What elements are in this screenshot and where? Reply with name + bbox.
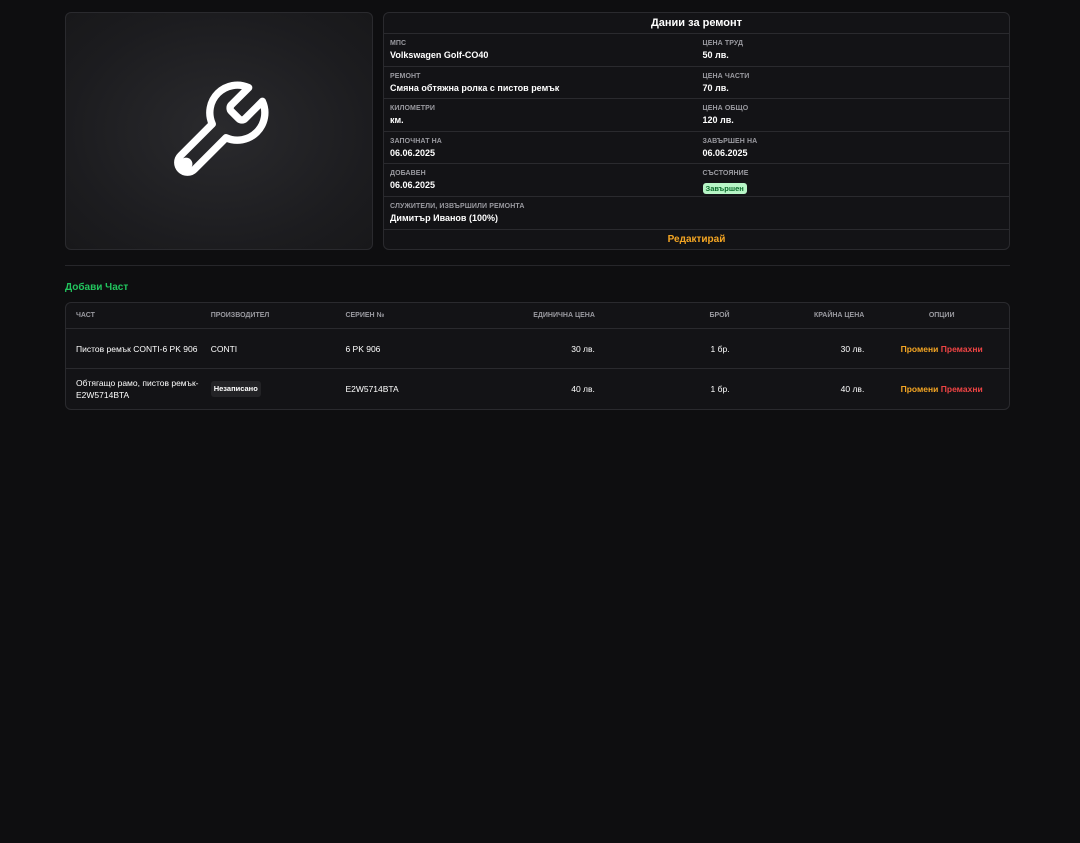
parts-table: Част Производител Сериен № Единична цена… — [65, 302, 1010, 410]
part-name: Обтягащо рамо, пистов ремък-E2W5714BTA — [76, 378, 199, 400]
quantity: 1 бр. — [710, 384, 730, 394]
field-label: Състояние — [702, 170, 749, 178]
status-badge: Завършен — [702, 183, 747, 195]
edit-part-button[interactable]: Промени — [901, 384, 939, 394]
field-value: 70 лв. — [702, 82, 729, 93]
field-label: Ремонт — [390, 72, 421, 80]
field-value: 06.06.2025 — [390, 180, 436, 191]
column-header: Част — [76, 312, 95, 319]
wrench-icon — [174, 81, 269, 176]
field-label: Цена части — [702, 72, 750, 80]
field-value: 50 лв. — [702, 50, 729, 60]
field-value: км. — [390, 115, 404, 126]
column-header: Крайна цена — [813, 312, 865, 319]
details-row: Километри км. Цена общо 120 лв. — [384, 99, 1009, 132]
repair-details-card: Дании за ремонт МПС Volkswagen Golf-CO40… — [383, 12, 1010, 250]
field-label: Километри — [390, 105, 436, 113]
row-options: Промени Премахни — [874, 343, 1009, 355]
repair-field: Ремонт Смяна обтяжна ролка с пистов ремъ… — [384, 67, 697, 99]
column-header: Сериен № — [345, 312, 385, 319]
column-header: Брой — [709, 312, 730, 319]
field-value: Смяна обтяжна ролка с пистов ремък — [390, 82, 560, 93]
serial-number: 6 PK 906 — [345, 343, 381, 354]
table-row: Обтягащо рамо, пистов ремък-E2W5714BTA Н… — [66, 369, 1009, 409]
repair-image — [65, 12, 373, 250]
field-value: Volkswagen Golf-CO40 — [390, 50, 489, 60]
total-price: 30 лв. — [840, 343, 865, 354]
part-name: Пистов ремък CONTI-6 PK 906 — [76, 343, 198, 354]
column-header: Единична цена — [533, 312, 595, 319]
quantity: 1 бр. — [710, 343, 730, 354]
row-options: Промени Премахни — [874, 383, 1009, 395]
vehicle-field: МПС Volkswagen Golf-CO40 — [384, 34, 697, 66]
employees-field: Служители, извършили ремонта Димитър Ива… — [384, 197, 1009, 229]
column-header: Опции — [928, 312, 955, 319]
field-label: Добавен — [390, 170, 426, 178]
unrecorded-badge: Незаписано — [210, 381, 261, 397]
manufacturer: CONTI — [210, 343, 238, 354]
field-label: Завършен на — [702, 137, 758, 145]
parts-price-field: Цена части 70 лв. — [697, 67, 1010, 99]
mileage-field: Километри км. — [384, 99, 697, 131]
total-price-field: Цена общо 120 лв. — [697, 99, 1010, 131]
manufacturer: Незаписано — [201, 381, 336, 397]
unit-price: 30 лв. — [571, 343, 595, 354]
remove-part-button[interactable]: Премахни — [941, 344, 983, 354]
details-row: Започнат на 06.06.2025 Завършен на 06.06… — [384, 132, 1009, 165]
details-row: Добавен 06.06.2025 Състояние Завършен — [384, 164, 1009, 197]
field-label: МПС — [390, 40, 407, 47]
field-label: Започнат на — [390, 137, 442, 145]
details-row: Служители, извършили ремонта Димитър Ива… — [384, 197, 1009, 230]
field-value: 120 лв. — [702, 115, 734, 126]
repair-overview: Дании за ремонт МПС Volkswagen Golf-CO40… — [65, 12, 1010, 250]
field-label: Цена общо — [702, 105, 749, 113]
field-value: 06.06.2025 — [390, 147, 436, 158]
completed-on-field: Завършен на 06.06.2025 — [697, 132, 1010, 164]
field-value: Димитър Иванов (100%) — [390, 212, 498, 223]
unit-price: 40 лв. — [571, 384, 595, 394]
serial-number: E2W5714BTA — [345, 384, 399, 394]
edit-part-button[interactable]: Промени — [901, 344, 939, 354]
status-field: Състояние Завършен — [697, 164, 1010, 196]
field-label: Служители, извършили ремонта — [390, 202, 525, 210]
add-part-button[interactable]: Добави Част — [65, 282, 128, 293]
added-on-field: Добавен 06.06.2025 — [384, 164, 697, 196]
field-value: 06.06.2025 — [702, 147, 748, 158]
edit-repair-button[interactable]: Редактирай — [384, 230, 1009, 249]
details-row: Ремонт Смяна обтяжна ролка с пистов ремъ… — [384, 67, 1009, 100]
remove-part-button[interactable]: Премахни — [941, 384, 983, 394]
table-header: Част Производител Сериен № Единична цена… — [66, 303, 1009, 329]
started-on-field: Започнат на 06.06.2025 — [384, 132, 697, 164]
labor-price-field: Цена труд 50 лв. — [697, 34, 1010, 66]
total-price: 40 лв. — [840, 384, 865, 394]
details-title: Дании за ремонт — [384, 13, 1009, 34]
table-row: Пистов ремък CONTI-6 PK 906 CONTI 6 PK 9… — [66, 329, 1009, 369]
field-label: Цена труд — [702, 40, 744, 47]
details-row: МПС Volkswagen Golf-CO40 Цена труд 50 лв… — [384, 34, 1009, 67]
column-header: Производител — [210, 312, 270, 319]
section-divider — [65, 265, 1010, 266]
